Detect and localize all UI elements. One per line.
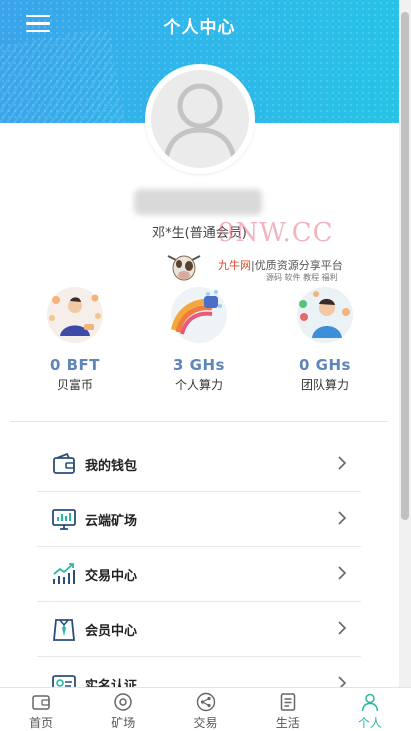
chevron-right-icon: [338, 456, 347, 470]
bottom-tab-bar: 首页 矿场 交易 生活 个人: [0, 687, 411, 731]
tab-trade[interactable]: 交易: [164, 688, 246, 731]
tab-home[interactable]: 首页: [0, 688, 82, 731]
tab-label: 首页: [29, 716, 54, 730]
stat-bft[interactable]: 0 BFT 贝富币: [15, 284, 135, 393]
menu-item-label: 会员中心: [85, 624, 138, 639]
team-person-icon: [297, 287, 353, 343]
watermark-brand: 九牛网|优质资源分享平台: [218, 257, 343, 273]
tab-label: 交易: [193, 716, 218, 730]
wallet-home-icon: [32, 695, 50, 710]
monitor-chart-icon: [52, 509, 76, 530]
stat-value: 0 BFT: [49, 356, 101, 374]
username-blurred: [134, 189, 262, 215]
tab-label: 矿场: [111, 716, 136, 730]
menu-item-wallet[interactable]: 我的钱包: [37, 437, 361, 492]
menu-item-label: 云端矿场: [85, 514, 138, 529]
tab-profile[interactable]: 个人: [329, 688, 411, 731]
scrollbar-thumb[interactable]: [401, 12, 409, 520]
share-icon: [196, 692, 215, 712]
menu-item-label: 我的钱包: [85, 459, 138, 474]
watermark-text: 9NW.CC: [218, 218, 334, 248]
rocket-rainbow-icon: [171, 287, 227, 343]
watermark-logo-icon: [164, 250, 204, 284]
menu-item-label: 交易中心: [85, 569, 138, 584]
wallet-icon: [53, 452, 75, 474]
trend-chart-icon: [53, 563, 75, 584]
watermark-brand-red: 九牛网: [218, 259, 251, 272]
page-title: 个人中心: [163, 18, 236, 38]
coin-person-icon: [47, 287, 103, 343]
default-avatar-icon: [151, 70, 249, 168]
tab-mine[interactable]: 矿场: [82, 688, 164, 731]
stat-label: 贝富币: [56, 378, 93, 392]
stat-value: 3 GHs: [173, 356, 225, 374]
person-icon: [361, 693, 379, 712]
stat-value: 0 GHs: [299, 356, 351, 374]
tab-life[interactable]: 生活: [247, 688, 329, 731]
menu-item-trade-center[interactable]: 交易中心: [37, 547, 361, 602]
stat-team-hashrate[interactable]: 0 GHs 团队算力: [265, 284, 385, 393]
member-level-text: 邓*生(普通会员): [152, 226, 247, 241]
menu-item-cloud-mine[interactable]: 云端矿场: [37, 492, 361, 547]
chevron-right-icon: [338, 511, 347, 525]
section-divider: [10, 421, 388, 422]
stat-label: 个人算力: [174, 378, 223, 392]
document-icon: [280, 693, 295, 711]
menu-list: 我的钱包 云端矿场 交易中心 会员中心: [37, 437, 361, 712]
watermark-subtext: 源码 软件 教程 福利: [266, 273, 338, 282]
stat-label: 团队算力: [300, 378, 349, 392]
mine-circle-icon: [114, 693, 133, 711]
scrollbar[interactable]: [399, 0, 411, 687]
member-tie-icon: [53, 619, 75, 641]
avatar[interactable]: [145, 64, 255, 174]
menu-item-member-center[interactable]: 会员中心: [37, 602, 361, 657]
watermark-brand-rest: |优质资源分享平台: [251, 259, 343, 272]
stat-personal-hashrate[interactable]: 3 GHs 个人算力: [139, 284, 259, 393]
tab-label: 生活: [275, 716, 300, 730]
chevron-right-icon: [338, 621, 347, 635]
tab-label: 个人: [357, 716, 382, 730]
chevron-right-icon: [338, 566, 347, 580]
